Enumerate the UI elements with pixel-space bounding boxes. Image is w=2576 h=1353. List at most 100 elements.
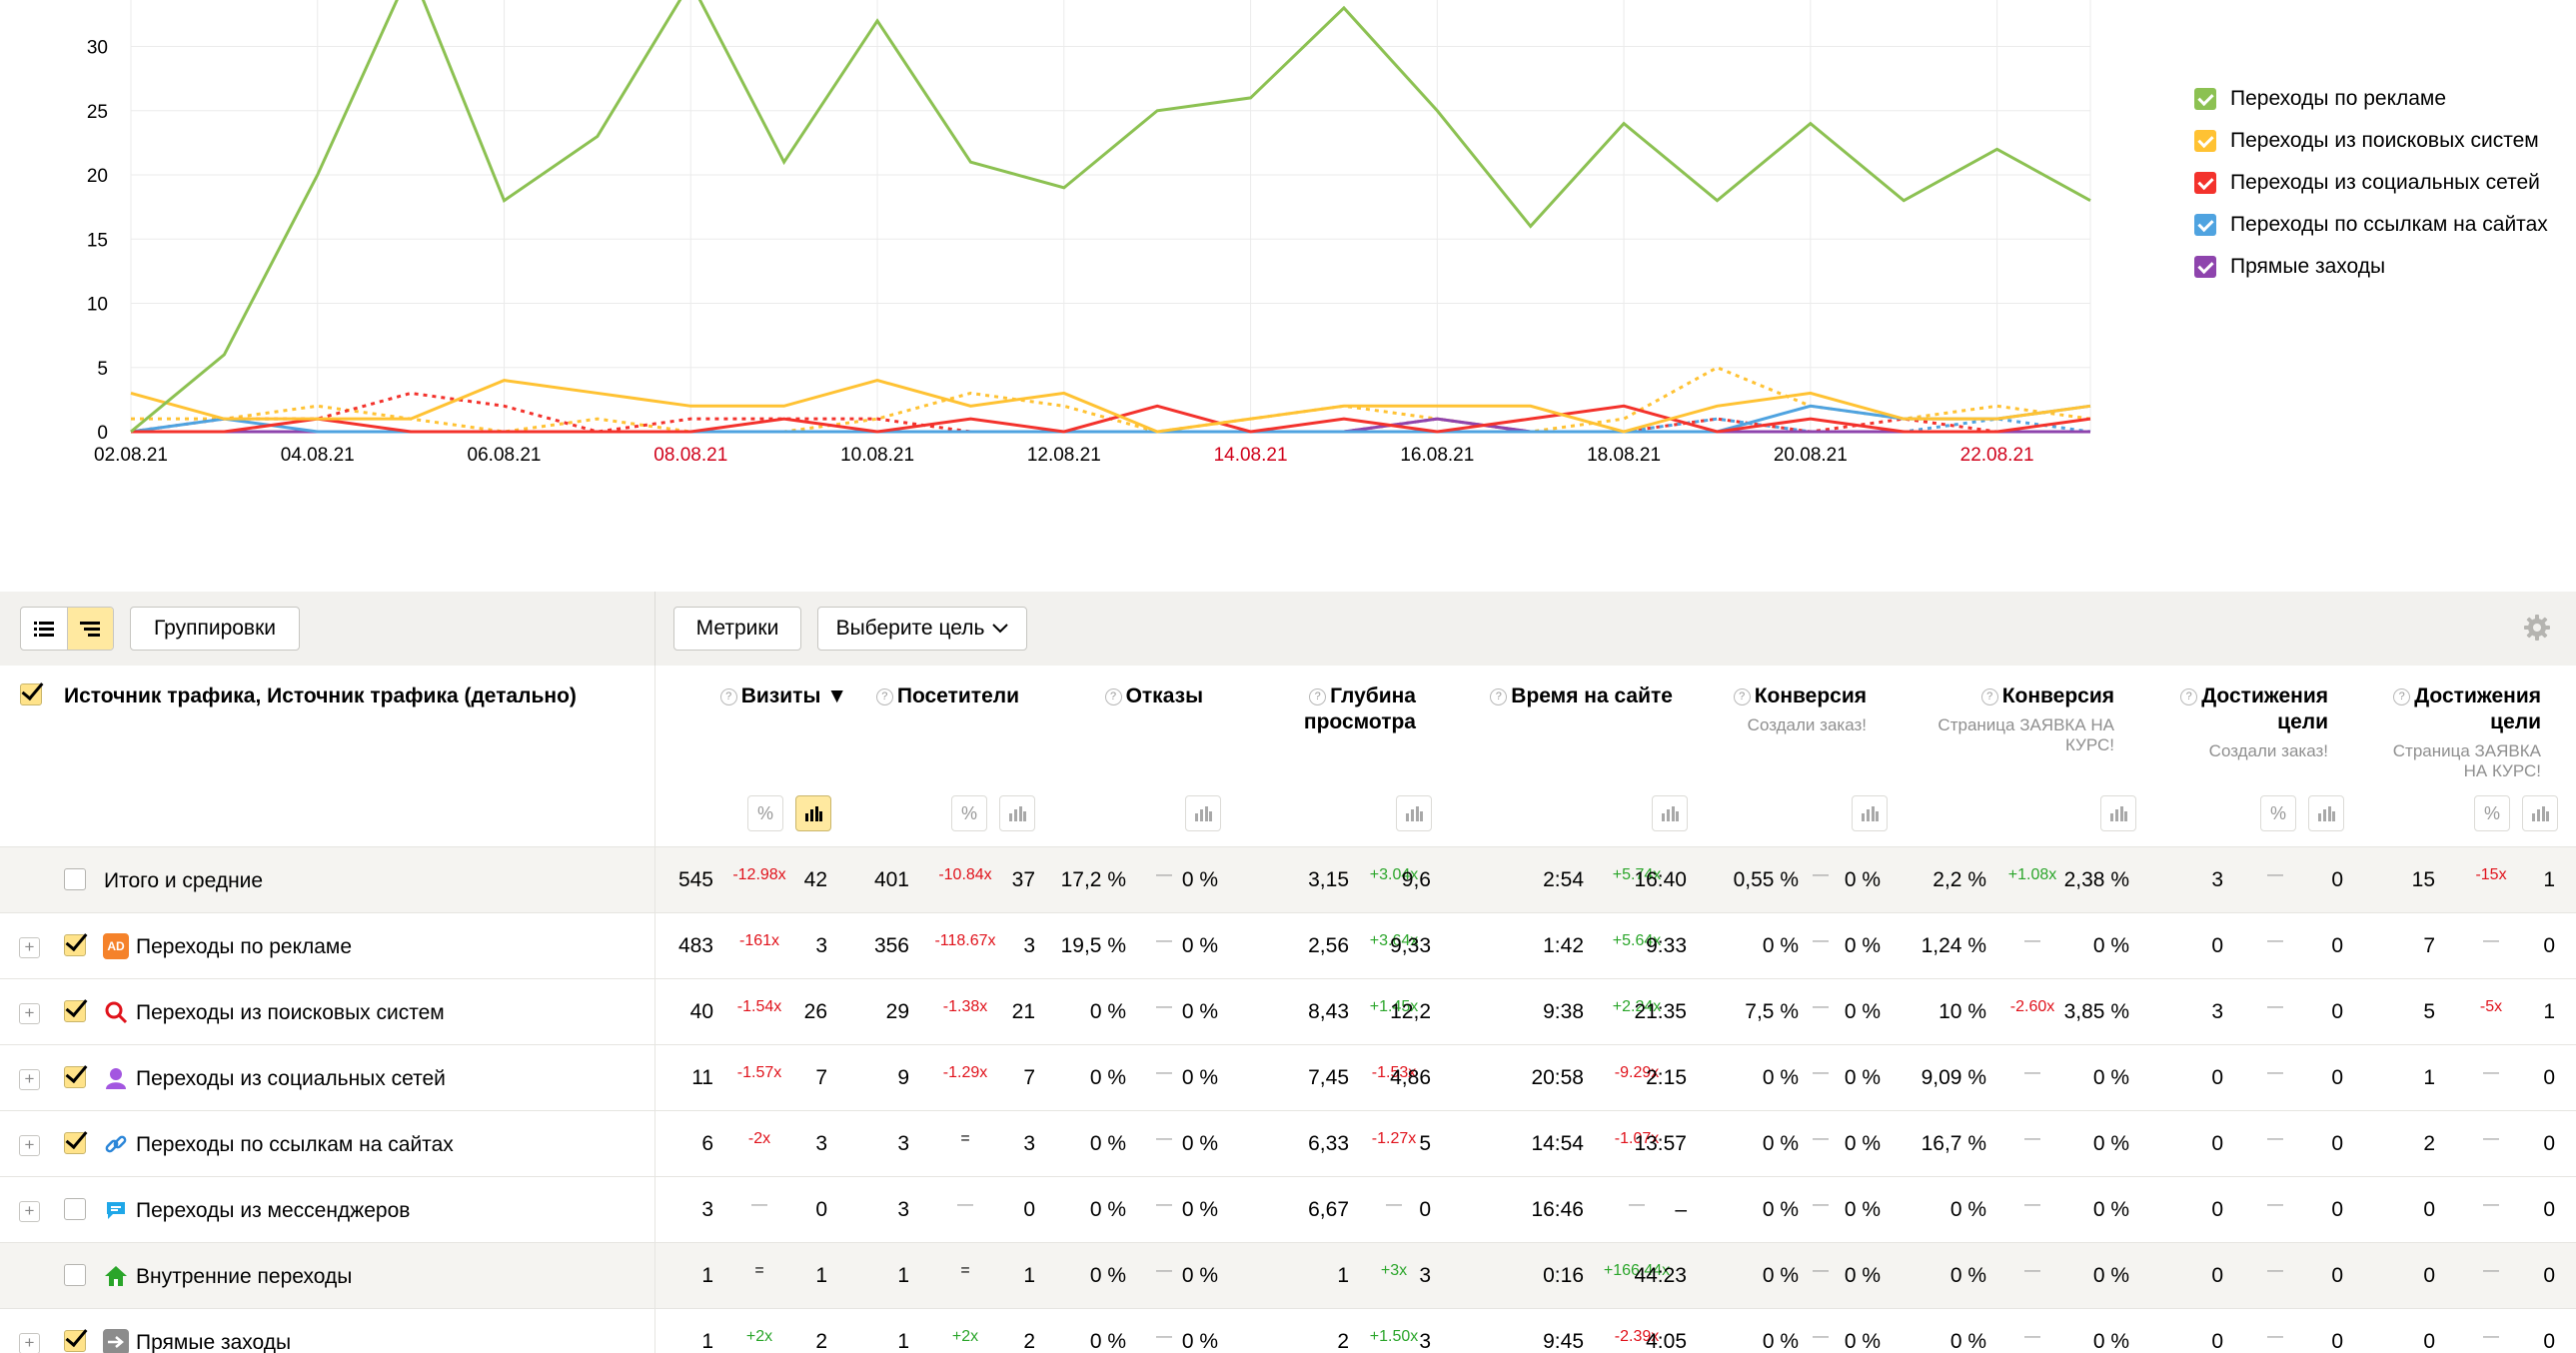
row-checkbox[interactable] [64,868,86,890]
bar-chart-toggle[interactable] [795,795,831,831]
goal-select-label: Выберите цель [835,617,985,640]
tree-view-button[interactable] [66,608,113,650]
row-label[interactable]: Прямые заходы [136,1331,291,1353]
help-icon[interactable]: ? [2180,688,2198,705]
column-header[interactable]: ? Достижения цели [2180,683,2328,735]
expand-row-button[interactable]: + [19,1333,40,1353]
x-tick-label: 02.08.21 [94,445,168,466]
expand-row-button[interactable]: + [19,1069,40,1090]
row-label[interactable]: Переходы по ссылкам на сайтах [136,1133,454,1157]
table-row[interactable]: + Переходы из поисковых систем 40 -1.54x 26 2… [0,979,2576,1045]
legend-checkbox[interactable] [2194,172,2216,194]
legend-checkbox[interactable] [2194,214,2216,236]
row-checkbox[interactable] [64,934,86,956]
percent-icon: % [960,802,977,823]
percent-toggle[interactable]: % [951,795,987,831]
table-row[interactable]: + Прямые заходы 1 +2x 2 1 +2x 2 0 % —0 % 2 +1.50x 3 9… [0,1309,2576,1353]
series-line [130,0,2091,434]
comparison-delta: — [2267,1196,2283,1213]
comparison-delta: — [2483,932,2499,949]
row-checkbox[interactable] [64,1198,86,1220]
bar-chart-toggle[interactable] [999,795,1035,831]
bar-chart-toggle[interactable] [2522,795,2558,831]
help-icon[interactable]: ? [2393,688,2411,705]
row-checkbox[interactable] [64,1000,86,1022]
metric-value: 7,45 [1308,1066,1349,1089]
metric-value: 356 [873,934,909,957]
legend-item[interactable]: Переходы по рекламе [2194,78,2548,120]
legend-item[interactable]: Прямые заходы [2194,246,2548,288]
expand-row-button[interactable]: + [19,1003,40,1024]
gear-icon[interactable] [2522,613,2552,643]
legend-item[interactable]: Переходы из поисковых систем [2194,120,2548,162]
row-label[interactable]: Переходы из поисковых систем [136,1001,445,1025]
help-icon[interactable]: ? [875,688,893,705]
comparison-value: 0 % [1844,1132,1881,1155]
dimension-divider [654,666,655,1353]
column-header[interactable]: ? Конверсия [1733,683,1867,709]
table-row[interactable]: + Переходы по ссылкам на сайтах 6 -2x 3 3 = 3 0 … [0,1111,2576,1177]
row-label[interactable]: Переходы из социальных сетей [136,1067,446,1091]
table-row[interactable]: + Переходы из социальных сетей 11 -1.57x 7 9 -… [0,1045,2576,1111]
column-header[interactable]: ? Достижения цели [2393,683,2541,735]
comparison-value: 0 % [2092,1066,2129,1089]
help-icon[interactable]: ? [1980,688,1998,705]
row-checkbox[interactable] [64,1132,86,1154]
bar-chart-toggle[interactable] [2308,795,2344,831]
list-view-button[interactable] [21,608,67,650]
row-checkbox[interactable] [64,1066,86,1088]
bar-chart-toggle[interactable] [1396,795,1432,831]
totals-row[interactable]: Итого и средние 545 -12.98x 42 401 -10.84x 37 1… [0,847,2576,913]
help-icon[interactable]: ? [719,688,737,705]
table-row[interactable]: + Переходы из мессенджеров 3 — 0 3 — 0 0 % — 0 % 6,… [0,1177,2576,1243]
row-checkbox[interactable] [64,1264,86,1286]
bar-chart-toggle[interactable] [1185,795,1221,831]
expand-row-button[interactable]: + [19,937,40,958]
comparison-value: 12,2 [1390,1000,1431,1023]
legend-checkbox[interactable] [2194,256,2216,278]
column-header[interactable]: ? Посетители [875,683,1019,709]
percent-toggle[interactable]: % [2260,795,2296,831]
goal-select[interactable]: Выберите цель [817,607,1027,651]
legend-item[interactable]: Переходы по ссылкам на сайтах [2194,204,2548,246]
row-label[interactable]: Внутренние переходы [136,1265,352,1289]
legend-label: Переходы по ссылкам на сайтах [2230,213,2548,236]
column-header[interactable]: ? Визиты ▼ [719,683,847,709]
metric-value: 0 [2211,1132,2223,1155]
metric-value: 0 % [1949,1330,1986,1353]
column-title: Достижения цели [2201,684,2328,733]
help-icon[interactable]: ? [1490,688,1508,705]
expand-row-button[interactable]: + [19,1135,40,1156]
column-header[interactable]: ? Время на сайте [1490,683,1673,709]
column-header[interactable]: ? Отказы [1104,683,1203,709]
groupings-button[interactable]: Группировки [130,607,300,651]
comparison-value: 0 % [1844,1198,1881,1221]
y-tick-label: 0 [97,423,108,444]
comparison-delta: — [2024,932,2040,949]
bar-chart-icon [2110,806,2127,821]
row-label[interactable]: Переходы из мессенджеров [136,1199,410,1223]
row-checkbox[interactable] [64,1330,86,1352]
comparison-value: 9:33 [1646,934,1687,957]
expand-row-button[interactable]: + [19,1201,40,1222]
legend-item[interactable]: Переходы из социальных сетей [2194,162,2548,204]
help-icon[interactable]: ? [1733,688,1751,705]
table-row[interactable]: + AD Переходы по рекламе 483 -161x 3 356 -118.6… [0,913,2576,979]
select-all-checkbox[interactable] [20,683,42,705]
bar-chart-toggle[interactable] [1652,795,1688,831]
table-row[interactable]: Внутренние переходы 1 = 1 1 = 1 0 % —0 % 1 +3x 3 0:1… [0,1243,2576,1309]
dimension-header[interactable]: Источник трафика, Источник трафика (дета… [64,684,577,708]
help-icon[interactable]: ? [1104,688,1122,705]
bar-chart-toggle[interactable] [2100,795,2136,831]
help-icon[interactable]: ? [1309,688,1327,705]
column-header[interactable]: ? Глубина просмотра [1304,683,1416,735]
column-header[interactable]: ? Конверсия [1980,683,2114,709]
legend-checkbox[interactable] [2194,88,2216,110]
percent-toggle[interactable]: % [2474,795,2510,831]
metrics-button[interactable]: Метрики [673,607,801,651]
percent-toggle[interactable]: % [747,795,783,831]
row-label[interactable]: Переходы по рекламе [136,935,352,959]
legend-checkbox[interactable] [2194,130,2216,152]
bar-chart-toggle[interactable] [1852,795,1888,831]
metric-value: 1 [701,1264,713,1287]
